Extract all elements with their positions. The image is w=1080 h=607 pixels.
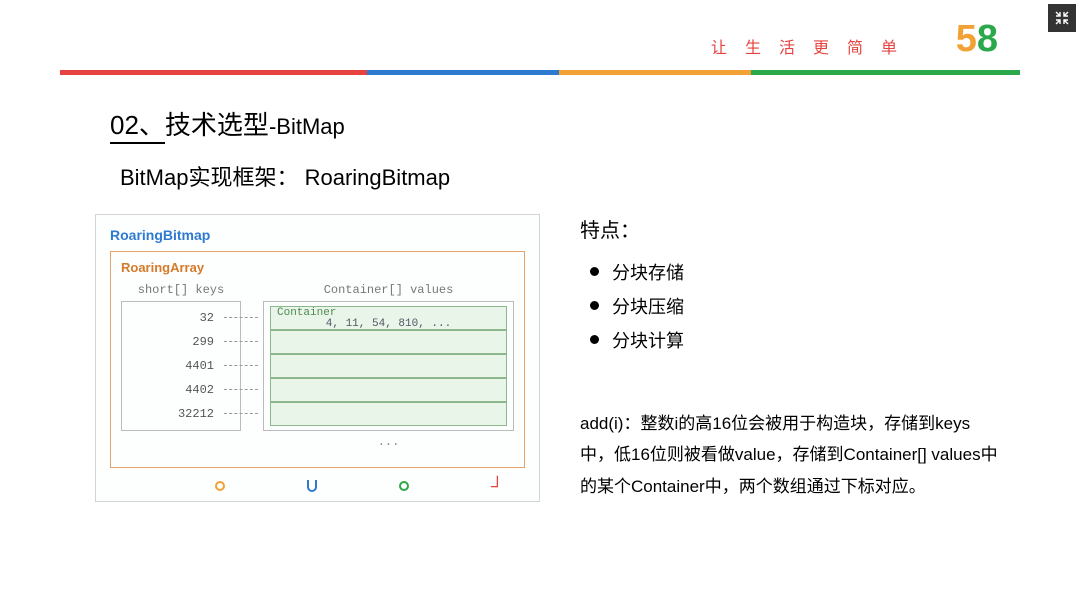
content-row: RoaringBitmap RoaringArray short[] keys … — [60, 214, 1020, 502]
feature-item: 分块存储 — [590, 259, 1000, 285]
feature-item: 分块压缩 — [590, 293, 1000, 319]
right-column: 特点： 分块存储 分块压缩 分块计算 add(i)：整数i的高16位会被用于构造… — [580, 214, 1020, 502]
logo-eight: 8 — [977, 18, 998, 60]
logo-58: 58 — [956, 18, 998, 61]
color-topbar — [60, 70, 1020, 75]
collapse-button[interactable] — [1048, 4, 1076, 32]
slide-header: 让生活更简单 58 — [60, 0, 1020, 70]
values-ellipsis: ... — [263, 431, 514, 449]
footer-glyph-blue — [307, 480, 317, 492]
key-cell: 299 — [122, 330, 240, 354]
title-number: 02、 — [110, 110, 165, 144]
logo-five: 5 — [956, 18, 977, 60]
key-cell: 4402 — [122, 378, 240, 402]
topbar-red — [60, 70, 367, 75]
features-title: 特点： — [580, 214, 1000, 243]
feature-item: 分块计算 — [590, 327, 1000, 353]
slide-title: 02、技术选型-BitMap — [60, 105, 1020, 142]
values-array: Container 4, 11, 54, 810, ... — [263, 301, 514, 431]
key-cell: 4401 — [122, 354, 240, 378]
roaringbitmap-diagram: RoaringBitmap RoaringArray short[] keys … — [95, 214, 540, 502]
footer-dot-green — [399, 481, 409, 491]
title-main: 技术选型 — [165, 110, 269, 140]
collapse-icon — [1055, 11, 1069, 25]
footer-dot-orange — [215, 481, 225, 491]
key-cell: 32 — [122, 306, 240, 330]
slide-subtitle: BitMap实现框架： RoaringBitmap — [60, 160, 1020, 192]
description-text: add(i)：整数i的高16位会被用于构造块，存储到keys中，低16位则被看做… — [580, 408, 1000, 502]
keys-col-label: short[] keys — [121, 283, 241, 297]
features-list: 分块存储 分块压缩 分块计算 — [590, 259, 1000, 353]
slide-page: 让生活更简单 58 02、技术选型-BitMap BitMap实现框架： Roa… — [60, 0, 1020, 502]
key-cell: 32212 — [122, 402, 240, 426]
footer-glyph-red: ┘ — [491, 481, 504, 491]
topbar-green — [751, 70, 1020, 75]
container-cell — [270, 402, 507, 426]
container-cell: Container 4, 11, 54, 810, ... — [270, 306, 507, 330]
container-cell — [270, 378, 507, 402]
container-cell — [270, 330, 507, 354]
roaringarray-box: RoaringArray short[] keys 32 299 4401 44… — [110, 251, 525, 468]
container-values: 4, 11, 54, 810, ... — [277, 318, 500, 330]
topbar-orange — [559, 70, 751, 75]
container-type-label: Container — [277, 308, 500, 318]
footer-decorations: ┘ — [215, 480, 504, 492]
title-sub: -BitMap — [269, 114, 345, 139]
keys-array: 32 299 4401 4402 32212 — [121, 301, 241, 431]
tagline-text: 让生活更简单 — [711, 34, 915, 58]
diagram-outer-label: RoaringBitmap — [110, 227, 525, 243]
diagram-inner-label: RoaringArray — [121, 260, 514, 275]
values-col-label: Container[] values — [263, 283, 514, 297]
topbar-blue — [367, 70, 559, 75]
container-cell — [270, 354, 507, 378]
